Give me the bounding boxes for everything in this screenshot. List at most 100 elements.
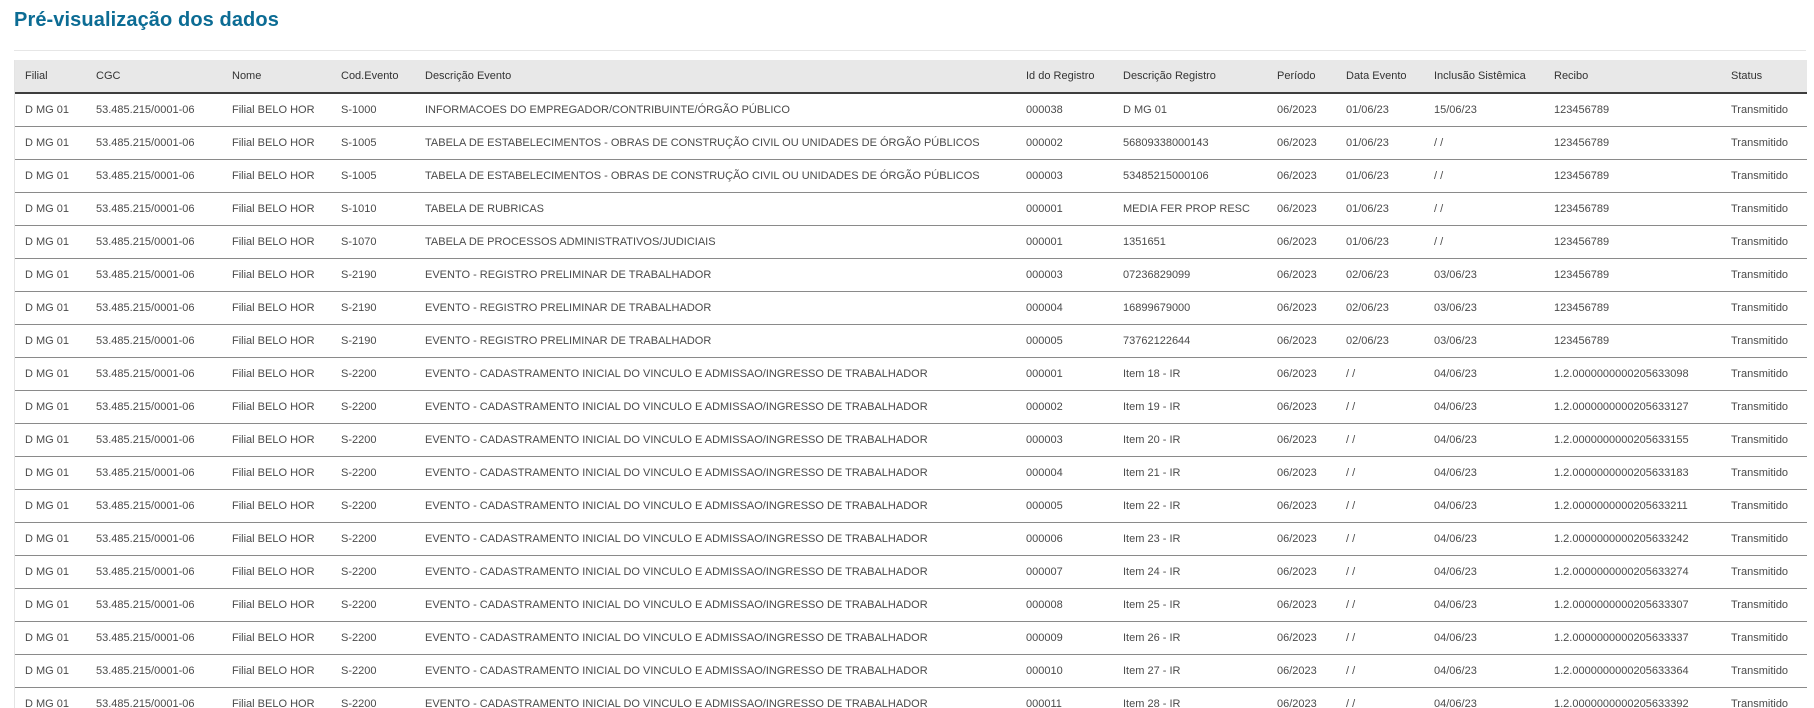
cell-periodo: 06/2023 (1267, 93, 1336, 127)
table-row[interactable]: D MG 01 53.485.215/0001-06 Filial BELO HOR… (15, 522, 1807, 556)
data-preview-table-container[interactable]: Filial CGC Nome Cod.Evento Descrição Evento I… (14, 60, 1807, 708)
table-row[interactable]: D MG 01 53.485.215/0001-06 Filial BELO HOR… (15, 390, 1807, 424)
cell-id-registro: 000007 (1016, 555, 1113, 589)
column-header-id-registro[interactable]: Id do Registro (1016, 60, 1113, 94)
cell-periodo: 06/2023 (1267, 357, 1336, 391)
table-row[interactable]: D MG 01 53.485.215/0001-06 Filial BELO HOR… (15, 621, 1807, 655)
column-header-descricao-registro[interactable]: Descrição Registro (1113, 60, 1267, 94)
table-row[interactable]: D MG 01 53.485.215/0001-06 Filial BELO HOR… (15, 357, 1807, 391)
column-header-status[interactable]: Status (1721, 60, 1807, 94)
table-row[interactable]: D MG 01 53.485.215/0001-06 Filial BELO HOR… (15, 192, 1807, 226)
cell-descricao-registro: Item 28 - IR (1113, 687, 1267, 708)
cell-periodo: 06/2023 (1267, 621, 1336, 655)
cell-periodo: 06/2023 (1267, 291, 1336, 325)
cell-status: Transmitido (1721, 357, 1807, 391)
cell-data-evento: / / (1336, 555, 1424, 589)
cell-descricao-registro: Item 18 - IR (1113, 357, 1267, 391)
column-header-nome[interactable]: Nome (222, 60, 331, 94)
cell-descricao-evento: EVENTO - CADASTRAMENTO INICIAL DO VINCUL… (415, 489, 1016, 523)
cell-descricao-evento: TABELA DE PROCESSOS ADMINISTRATIVOS/JUDI… (415, 225, 1016, 259)
table-row[interactable]: D MG 01 53.485.215/0001-06 Filial BELO HOR… (15, 258, 1807, 292)
cell-nome: Filial BELO HOR (222, 423, 331, 457)
cell-filial: D MG 01 (15, 522, 86, 556)
cell-data-evento: 01/06/23 (1336, 159, 1424, 193)
cell-status: Transmitido (1721, 489, 1807, 523)
cell-id-registro: 000003 (1016, 423, 1113, 457)
table-row[interactable]: D MG 01 53.485.215/0001-06 Filial BELO HOR… (15, 159, 1807, 193)
cell-inclusao-sistemica: 04/06/23 (1424, 555, 1544, 589)
cell-cod-evento: S-1070 (331, 225, 415, 259)
table-row[interactable]: D MG 01 53.485.215/0001-06 Filial BELO HOR… (15, 324, 1807, 358)
cell-id-registro: 000009 (1016, 621, 1113, 655)
cell-inclusao-sistemica: 04/06/23 (1424, 522, 1544, 556)
column-header-recibo[interactable]: Recibo (1544, 60, 1721, 94)
cell-data-evento: 01/06/23 (1336, 93, 1424, 127)
table-row[interactable]: D MG 01 53.485.215/0001-06 Filial BELO HOR… (15, 126, 1807, 160)
cell-data-evento: 01/06/23 (1336, 126, 1424, 160)
column-header-cgc[interactable]: CGC (86, 60, 222, 94)
cell-status: Transmitido (1721, 423, 1807, 457)
column-header-descricao-evento[interactable]: Descrição Evento (415, 60, 1016, 94)
cell-nome: Filial BELO HOR (222, 390, 331, 424)
cell-nome: Filial BELO HOR (222, 225, 331, 259)
table-row[interactable]: D MG 01 53.485.215/0001-06 Filial BELO HOR… (15, 93, 1807, 127)
cell-inclusao-sistemica: 03/06/23 (1424, 324, 1544, 358)
cell-data-evento: / / (1336, 357, 1424, 391)
cell-descricao-evento: EVENTO - REGISTRO PRELIMINAR DE TRABALHA… (415, 324, 1016, 358)
cell-descricao-evento: EVENTO - REGISTRO PRELIMINAR DE TRABALHA… (415, 258, 1016, 292)
cell-recibo: 123456789 (1544, 192, 1721, 226)
column-header-cod-evento[interactable]: Cod.Evento (331, 60, 415, 94)
cell-id-registro: 000001 (1016, 225, 1113, 259)
cell-periodo: 06/2023 (1267, 555, 1336, 589)
column-header-inclusao-sistemica[interactable]: Inclusão Sistêmica (1424, 60, 1544, 94)
cell-status: Transmitido (1721, 126, 1807, 160)
table-row[interactable]: D MG 01 53.485.215/0001-06 Filial BELO HOR… (15, 555, 1807, 589)
cell-cod-evento: S-1005 (331, 159, 415, 193)
table-row[interactable]: D MG 01 53.485.215/0001-06 Filial BELO HOR… (15, 588, 1807, 622)
cell-status: Transmitido (1721, 588, 1807, 622)
table-header-row: Filial CGC Nome Cod.Evento Descrição Evento I… (15, 60, 1807, 94)
cell-recibo: 1.2.0000000000205633307 (1544, 588, 1721, 622)
cell-inclusao-sistemica: / / (1424, 192, 1544, 226)
cell-nome: Filial BELO HOR (222, 291, 331, 325)
cell-descricao-registro: 56809338000143 (1113, 126, 1267, 160)
cell-cod-evento: S-1010 (331, 192, 415, 226)
table-row[interactable]: D MG 01 53.485.215/0001-06 Filial BELO HOR… (15, 291, 1807, 325)
cell-status: Transmitido (1721, 456, 1807, 490)
cell-data-evento: / / (1336, 489, 1424, 523)
table-row[interactable]: D MG 01 53.485.215/0001-06 Filial BELO HOR… (15, 423, 1807, 457)
cell-recibo: 1.2.0000000000205633364 (1544, 654, 1721, 688)
table-row[interactable]: D MG 01 53.485.215/0001-06 Filial BELO HOR… (15, 489, 1807, 523)
column-header-filial[interactable]: Filial (15, 60, 86, 94)
column-header-data-evento[interactable]: Data Evento (1336, 60, 1424, 94)
cell-data-evento: / / (1336, 423, 1424, 457)
table-row[interactable]: D MG 01 53.485.215/0001-06 Filial BELO HOR… (15, 654, 1807, 688)
cell-cod-evento: S-2200 (331, 588, 415, 622)
column-header-periodo[interactable]: Período (1267, 60, 1336, 94)
cell-cgc: 53.485.215/0001-06 (86, 291, 222, 325)
cell-nome: Filial BELO HOR (222, 555, 331, 589)
cell-descricao-registro: Item 25 - IR (1113, 588, 1267, 622)
cell-recibo: 1.2.0000000000205633183 (1544, 456, 1721, 490)
cell-descricao-registro: 16899679000 (1113, 291, 1267, 325)
cell-descricao-registro: Item 26 - IR (1113, 621, 1267, 655)
cell-descricao-registro: Item 22 - IR (1113, 489, 1267, 523)
cell-id-registro: 000004 (1016, 291, 1113, 325)
cell-data-evento: 01/06/23 (1336, 225, 1424, 259)
cell-cod-evento: S-1005 (331, 126, 415, 160)
cell-inclusao-sistemica: 04/06/23 (1424, 423, 1544, 457)
cell-periodo: 06/2023 (1267, 687, 1336, 708)
cell-status: Transmitido (1721, 192, 1807, 226)
table-row[interactable]: D MG 01 53.485.215/0001-06 Filial BELO HOR… (15, 225, 1807, 259)
cell-cod-evento: S-2200 (331, 555, 415, 589)
cell-descricao-evento: EVENTO - CADASTRAMENTO INICIAL DO VINCUL… (415, 555, 1016, 589)
cell-descricao-registro: D MG 01 (1113, 93, 1267, 127)
cell-nome: Filial BELO HOR (222, 324, 331, 358)
cell-cod-evento: S-2200 (331, 390, 415, 424)
cell-filial: D MG 01 (15, 324, 86, 358)
cell-filial: D MG 01 (15, 126, 86, 160)
cell-cod-evento: S-2190 (331, 258, 415, 292)
table-row[interactable]: D MG 01 53.485.215/0001-06 Filial BELO HOR… (15, 687, 1807, 708)
table-row[interactable]: D MG 01 53.485.215/0001-06 Filial BELO HOR… (15, 456, 1807, 490)
cell-recibo: 123456789 (1544, 258, 1721, 292)
